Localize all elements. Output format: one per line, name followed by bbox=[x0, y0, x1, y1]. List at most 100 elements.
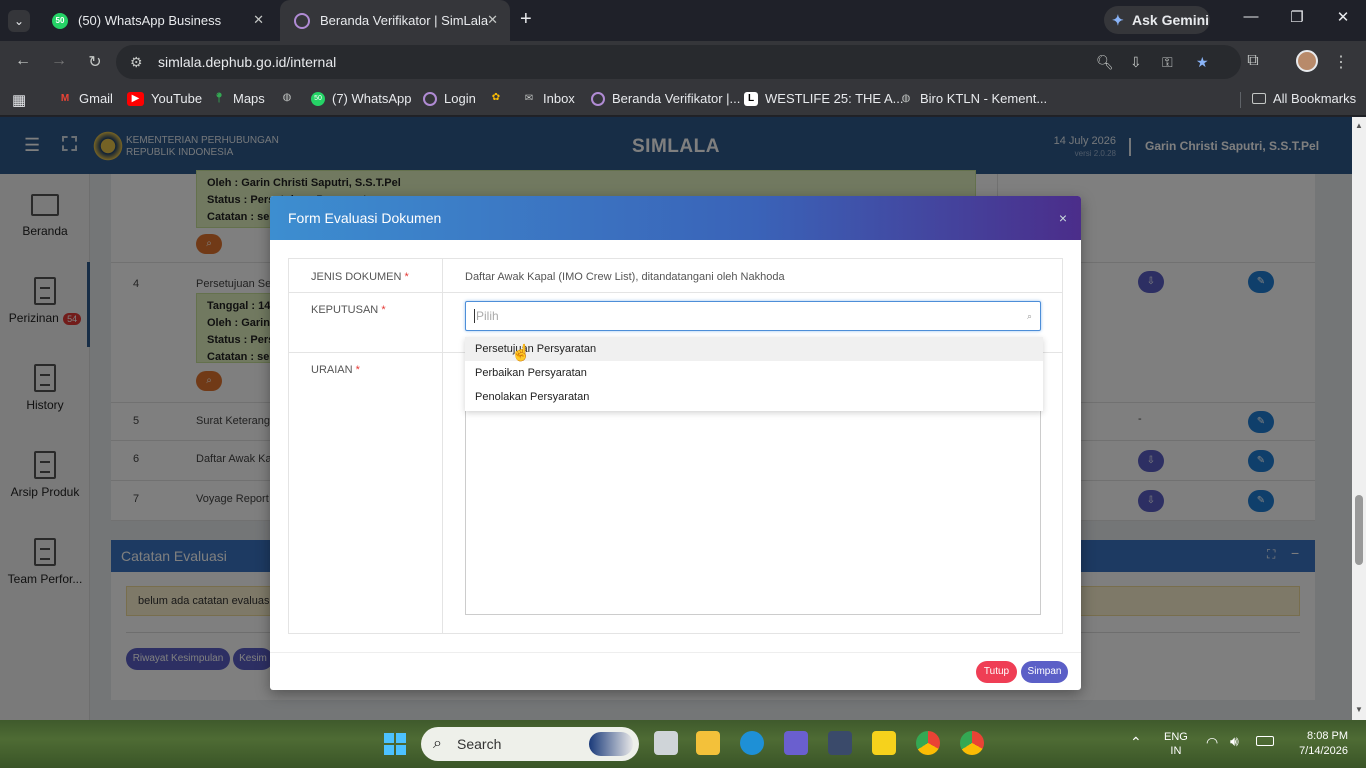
bookmarks-bar: ▦ M Gmail ▶ YouTube 📍︎ Maps ◍ 50 (7) WhatsAp… bbox=[0, 84, 1366, 116]
keputusan-dropdown: Persetujuan Persyaratan Perbaikan Persya… bbox=[465, 337, 1043, 411]
simpan-button[interactable]: Simpan bbox=[1021, 661, 1068, 683]
option-perbaikan[interactable]: Perbaikan Persyaratan bbox=[465, 361, 1043, 385]
simlala-favicon-icon bbox=[294, 12, 310, 29]
scroll-down-icon[interactable]: ▼ bbox=[1355, 705, 1363, 714]
bookmarks-divider bbox=[1240, 92, 1241, 108]
bookmark-photos[interactable]: ✿ bbox=[489, 91, 510, 105]
whatsapp-icon: 50 bbox=[311, 91, 325, 106]
language-indicator[interactable]: ENG IN bbox=[1164, 730, 1188, 758]
tab-search-icon[interactable]: ⌄ bbox=[8, 10, 30, 32]
close-tab-icon[interactable]: ✕ bbox=[253, 12, 264, 28]
battery-icon[interactable] bbox=[1256, 736, 1274, 746]
bookmark-label: Maps bbox=[233, 91, 265, 106]
taskbar-search[interactable]: ⌕ Search bbox=[421, 727, 639, 761]
scroll-up-icon[interactable]: ▲ bbox=[1355, 121, 1363, 130]
file-explorer-icon[interactable] bbox=[696, 731, 720, 755]
simlala-page: ☰ KEMENTERIAN PERHUBUNGAN REPUBLIK INDON… bbox=[0, 117, 1366, 720]
bookmark-label: Beranda Verifikator |... bbox=[612, 91, 741, 106]
close-window-icon[interactable]: ✕ bbox=[1320, 8, 1366, 26]
site-info-icon[interactable]: ⚙ bbox=[130, 45, 143, 79]
option-penolakan[interactable]: Penolakan Persyaratan bbox=[465, 385, 1043, 409]
modal-title: Form Evaluasi Dokumen bbox=[288, 210, 442, 226]
form-table: JENIS DOKUMEN * Daftar Awak Kapal (IMO C… bbox=[288, 258, 1063, 634]
bookmark-whatsapp[interactable]: 50 (7) WhatsApp bbox=[311, 91, 411, 106]
tutup-button[interactable]: Tutup bbox=[976, 661, 1017, 683]
browser-tab-strip: ⌄ 50 (50) WhatsApp Business ✕ Beranda Ve… bbox=[0, 0, 1366, 41]
ask-gemini-label: Ask Gemini bbox=[1132, 12, 1210, 28]
globe-icon: ◍ bbox=[901, 92, 911, 104]
task-view-icon[interactable] bbox=[654, 731, 678, 755]
bookmark-youtube[interactable]: ▶ YouTube bbox=[127, 91, 202, 106]
sticky-notes-icon[interactable] bbox=[872, 731, 896, 755]
camera-app-icon[interactable] bbox=[828, 731, 852, 755]
simlala-favicon-icon bbox=[591, 91, 605, 106]
scrollbar-thumb[interactable] bbox=[1355, 495, 1363, 565]
pinwheel-icon: ✿ bbox=[491, 92, 501, 103]
chrome-profile-icon[interactable] bbox=[960, 731, 984, 755]
keputusan-label: KEPUTUSAN * bbox=[311, 304, 386, 316]
bookmark-label: WESTLIFE 25: THE A... bbox=[765, 91, 904, 106]
tab-title: (50) WhatsApp Business bbox=[78, 13, 222, 28]
bookmark-beranda[interactable]: Beranda Verifikator |... bbox=[591, 91, 740, 106]
app-icon[interactable] bbox=[784, 731, 808, 755]
windows-start-icon[interactable] bbox=[384, 733, 406, 755]
chrome-icon[interactable] bbox=[916, 731, 940, 755]
maximize-icon[interactable]: ❐ bbox=[1274, 8, 1320, 26]
profile-avatar[interactable] bbox=[1296, 50, 1318, 72]
clock[interactable]: 8:08 PM 7/14/2026 bbox=[1290, 729, 1348, 759]
clock-time: 8:08 PM bbox=[1307, 730, 1348, 742]
new-tab-icon[interactable]: + bbox=[520, 8, 532, 31]
bookmark-inbox[interactable]: ✉ Inbox bbox=[522, 91, 575, 106]
minimize-icon[interactable]: — bbox=[1228, 8, 1274, 25]
password-key-icon[interactable]: ⚿ bbox=[1162, 45, 1173, 79]
address-bar[interactable]: ⚙ simlala.dephub.go.id/internal 🔍︎ ⇩ ⚿ ★ bbox=[116, 45, 1241, 79]
bookmark-label: Gmail bbox=[79, 91, 113, 106]
browser-toolbar: ← → ↻ ⚙ simlala.dephub.go.id/internal 🔍︎… bbox=[0, 41, 1366, 84]
bookmark-label: Login bbox=[444, 91, 476, 106]
zoom-icon[interactable]: 🔍︎ bbox=[1096, 45, 1114, 79]
simlala-favicon-icon bbox=[423, 91, 437, 106]
keputusan-select[interactable]: Pilih ⌕ bbox=[465, 301, 1041, 331]
bookmark-gmail[interactable]: M Gmail bbox=[58, 91, 113, 106]
letter-l-icon: L bbox=[744, 91, 758, 106]
bookmark-biro-ktln[interactable]: ◍ Biro KTLN - Kement... bbox=[899, 91, 1048, 106]
bookmark-globe[interactable]: ◍ bbox=[280, 91, 301, 105]
inbox-icon: ✉ bbox=[524, 92, 534, 104]
wifi-icon[interactable]: ◠ bbox=[1206, 734, 1218, 751]
windows-taskbar: ⌕ Search ⌃ ENG IN ◠ 🔊︎ 8:08 PM 7/14/2026 bbox=[0, 720, 1366, 768]
option-persetujuan[interactable]: Persetujuan Persyaratan bbox=[465, 337, 1043, 361]
all-bookmarks[interactable]: All Bookmarks bbox=[1252, 91, 1356, 106]
bookmark-label: (7) WhatsApp bbox=[332, 91, 412, 106]
extensions-icon[interactable]: ⧉ bbox=[1242, 52, 1264, 70]
youtube-icon: ▶ bbox=[127, 91, 144, 106]
mouse-pointer-icon: ☝ bbox=[511, 345, 531, 362]
menu-kebab-icon[interactable]: ⋮ bbox=[1330, 52, 1352, 72]
page-scrollbar[interactable]: ▲ ▼ bbox=[1352, 117, 1366, 720]
close-modal-icon[interactable]: × bbox=[1059, 196, 1067, 240]
whatsapp-icon: 50 bbox=[52, 12, 68, 29]
reload-icon[interactable]: ↻ bbox=[84, 52, 106, 72]
tab-simlala[interactable]: Beranda Verifikator | SimLala ✕ bbox=[280, 0, 510, 41]
close-tab-icon[interactable]: ✕ bbox=[487, 12, 498, 28]
bookmark-maps[interactable]: 📍︎ Maps bbox=[212, 91, 265, 106]
text-caret bbox=[474, 309, 475, 323]
forward-icon[interactable]: → bbox=[48, 52, 70, 70]
chevron-up-icon[interactable]: ⌃ bbox=[1130, 734, 1142, 751]
apps-grid-icon[interactable]: ▦ bbox=[12, 91, 26, 109]
ask-gemini-button[interactable]: ✦ Ask Gemini bbox=[1104, 6, 1210, 34]
volume-icon[interactable]: 🔊︎ bbox=[1230, 733, 1239, 750]
url-text: simlala.dephub.go.id/internal bbox=[158, 54, 337, 70]
bookmark-login[interactable]: Login bbox=[423, 91, 476, 106]
edge-icon[interactable] bbox=[740, 731, 764, 755]
folder-icon bbox=[1252, 93, 1266, 104]
bookmark-label: Inbox bbox=[543, 91, 575, 106]
search-highlight-icon bbox=[589, 732, 633, 756]
select-placeholder: Pilih bbox=[476, 309, 499, 323]
bookmark-westlife[interactable]: L WESTLIFE 25: THE A... bbox=[744, 91, 903, 106]
back-icon[interactable]: ← bbox=[12, 52, 34, 70]
tab-whatsapp[interactable]: 50 (50) WhatsApp Business ✕ bbox=[38, 0, 276, 41]
bookmark-label: YouTube bbox=[151, 91, 203, 106]
install-icon[interactable]: ⇩ bbox=[1130, 45, 1142, 79]
bookmark-star-icon[interactable]: ★ bbox=[1196, 45, 1209, 79]
uraian-textarea[interactable] bbox=[465, 411, 1041, 615]
